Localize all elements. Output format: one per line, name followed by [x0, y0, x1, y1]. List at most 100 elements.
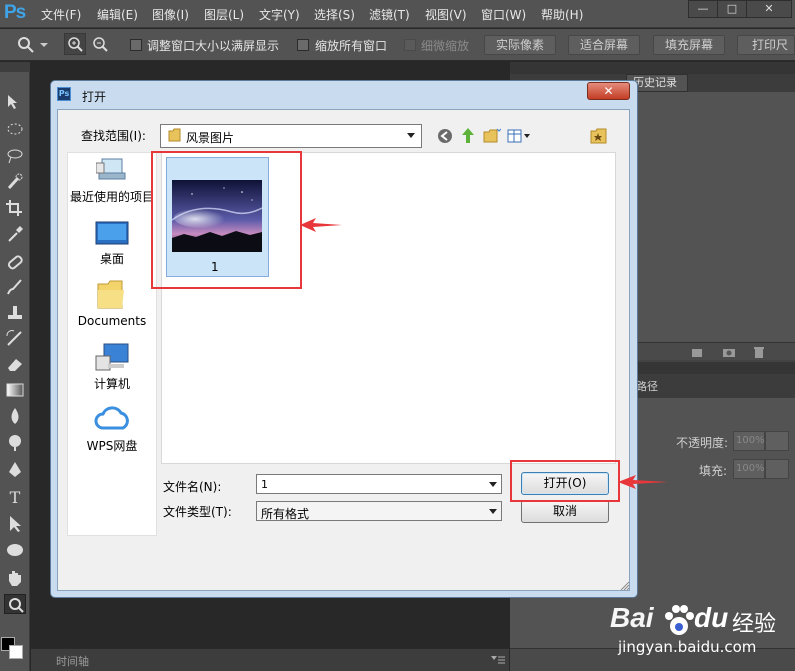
opacity-label: 不透明度: [676, 436, 729, 450]
filetype-select[interactable]: 所有格式 [256, 501, 502, 521]
background-color-swatch[interactable] [9, 645, 23, 659]
paw-logo-icon [665, 605, 694, 635]
menu-type[interactable]: 文字(Y) [259, 6, 300, 23]
quick-selection-tool-icon[interactable] [4, 172, 26, 192]
opacity-dropdown[interactable] [765, 431, 789, 451]
panel-collapse-bar[interactable] [510, 62, 795, 74]
dialog-title: 打开 [82, 90, 107, 104]
brush-tool-icon[interactable] [4, 277, 26, 297]
lasso-tool-icon[interactable] [4, 146, 26, 166]
back-icon[interactable] [437, 128, 453, 144]
shape-tool-icon[interactable] [4, 540, 26, 560]
type-tool-icon[interactable]: T [4, 488, 26, 508]
pen-tool-icon[interactable] [4, 460, 26, 480]
menu-help[interactable]: 帮助(H) [541, 6, 583, 23]
hand-tool-icon[interactable] [4, 568, 26, 588]
desktop-icon [95, 221, 129, 245]
place-documents[interactable]: Documents [68, 278, 156, 330]
place-desktop-label: 桌面 [99, 252, 124, 266]
dialog-close-button[interactable]: ✕ [587, 82, 630, 100]
place-computer-label: 计算机 [93, 377, 130, 391]
arrow-left-icon [300, 218, 342, 232]
maximize-button[interactable]: □ [717, 0, 747, 18]
timeline-panel: 时间轴 [31, 648, 509, 671]
fit-screen-button[interactable]: 适合屏幕 [568, 35, 640, 55]
path-selection-tool-icon[interactable] [4, 514, 26, 534]
print-size-button[interactable]: 打印尺 [737, 35, 795, 55]
options-bar: 调整窗口大小以满屏显示 缩放所有窗口 细微缩放 实际像素 适合屏幕 填充屏幕 打… [0, 29, 795, 61]
resize-windows-checkbox[interactable] [130, 39, 142, 51]
menu-bar: Ps 文件(F) 编辑(E) 图像(I) 图层(L) 文字(Y) 选择(S) 滤… [0, 0, 795, 28]
minimize-button[interactable]: — [688, 0, 718, 18]
new-snapshot-icon[interactable] [690, 346, 704, 358]
resize-windows-label: 调整窗口大小以满屏显示 [147, 39, 280, 53]
menu-select[interactable]: 选择(S) [314, 6, 355, 23]
stamp-tool-icon[interactable] [4, 302, 26, 322]
menu-file[interactable]: 文件(F) [41, 6, 81, 23]
menu-image[interactable]: 图像(I) [152, 6, 189, 23]
place-documents-label: Documents [77, 314, 147, 328]
place-recent[interactable]: 最近使用的项目 [68, 157, 156, 207]
chevron-down-icon [407, 133, 415, 138]
zoom-all-label: 缩放所有窗口 [315, 39, 388, 53]
new-folder-icon[interactable] [483, 128, 501, 144]
gradient-tool-icon[interactable] [4, 380, 26, 400]
panel-menu-icon[interactable] [491, 655, 505, 665]
opacity-field[interactable]: 100% [733, 431, 765, 451]
history-brush-tool-icon[interactable] [4, 328, 26, 348]
bridge-folder-icon[interactable] [590, 128, 608, 144]
open-highlight-box [510, 460, 620, 502]
cancel-button[interactable]: 取消 [521, 500, 609, 523]
chevron-down-icon [489, 509, 497, 514]
photoshop-logo: Ps [4, 2, 26, 23]
filetype-value: 所有格式 [261, 507, 310, 521]
menu-window[interactable]: 窗口(W) [481, 6, 526, 23]
place-wps[interactable]: WPS网盘 [68, 404, 156, 454]
crop-tool-icon[interactable] [4, 198, 26, 218]
fill-screen-button[interactable]: 填充屏幕 [653, 35, 725, 55]
watermark-jingyan: 经验 [732, 612, 777, 637]
filetype-label: 文件类型(T): [163, 505, 232, 519]
camera-icon[interactable] [722, 346, 736, 358]
cloud-icon [94, 406, 129, 430]
zoom-tool-active-icon[interactable] [4, 594, 26, 614]
scrubby-zoom-label: 细微缩放 [421, 39, 470, 53]
tools-panel-header [0, 62, 30, 72]
baidu-jingyan-watermark: Bai du 经验 jingyan.baidu.com [580, 600, 795, 671]
zoom-in-icon[interactable] [64, 33, 86, 55]
fill-dropdown[interactable] [765, 459, 789, 479]
view-menu-icon[interactable] [507, 128, 533, 144]
marquee-tool-icon[interactable] [4, 119, 26, 139]
zoom-all-checkbox[interactable] [297, 39, 309, 51]
healing-brush-tool-icon[interactable] [4, 252, 26, 272]
filename-input[interactable]: 1 [256, 474, 502, 494]
chevron-down-icon [489, 482, 497, 487]
menu-view[interactable]: 视图(V) [425, 6, 467, 23]
zoom-tool-icon[interactable] [16, 35, 36, 55]
menu-layer[interactable]: 图层(L) [204, 6, 244, 23]
eraser-tool-icon[interactable] [4, 354, 26, 374]
trash-icon[interactable] [752, 346, 766, 358]
tab-paths[interactable]: 路径 [636, 378, 658, 394]
up-folder-icon[interactable] [460, 127, 476, 145]
place-computer[interactable]: 计算机 [68, 342, 156, 392]
scrubby-zoom-checkbox[interactable] [404, 39, 416, 51]
close-window-button[interactable]: ✕ [746, 0, 792, 18]
lookin-value: 风景图片 [186, 131, 235, 145]
chevron-down-icon[interactable] [40, 41, 48, 49]
dodge-tool-icon[interactable] [4, 432, 26, 452]
eyedropper-tool-icon[interactable] [4, 224, 26, 244]
timeline-tab[interactable]: 时间轴 [56, 653, 89, 669]
move-tool-icon[interactable] [4, 92, 26, 112]
place-wps-label: WPS网盘 [86, 439, 138, 453]
place-desktop[interactable]: 桌面 [68, 218, 156, 268]
menu-edit[interactable]: 编辑(E) [97, 6, 138, 23]
menu-filter[interactable]: 滤镜(T) [369, 6, 410, 23]
blur-tool-icon[interactable] [4, 406, 26, 426]
fill-field[interactable]: 100% [733, 459, 765, 479]
tools-panel: T [0, 62, 30, 671]
watermark-url: jingyan.baidu.com [618, 638, 757, 656]
zoom-out-icon[interactable] [89, 33, 111, 55]
resize-grip-icon[interactable] [620, 581, 630, 591]
actual-pixels-button[interactable]: 实际像素 [484, 35, 556, 55]
